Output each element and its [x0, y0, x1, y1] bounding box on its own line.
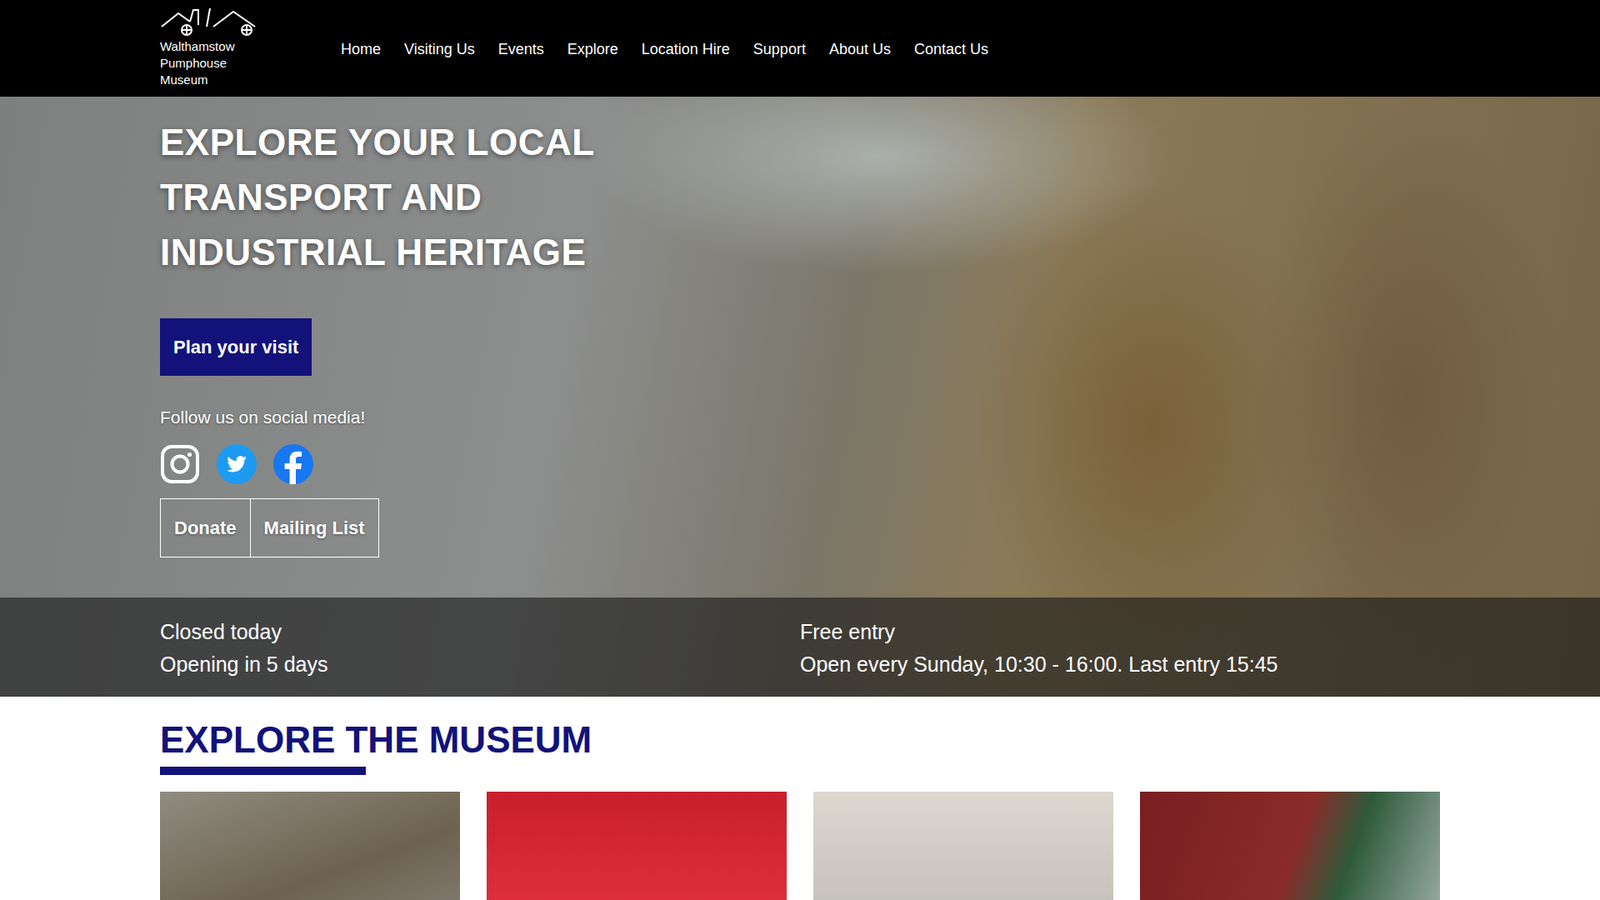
explore-card[interactable]: [486, 791, 787, 900]
nav-link[interactable]: Location Hire: [641, 40, 730, 58]
nav-link[interactable]: Events: [498, 40, 545, 58]
nav-link[interactable]: Visiting Us: [404, 40, 475, 58]
logo-icon: [160, 6, 277, 39]
explore-card[interactable]: [160, 791, 460, 900]
entry-info: Free entryOpen every Sunday, 10:30 - 16:…: [800, 615, 1440, 681]
main-nav: Home Visiting Us Events Explore Location Hir…: [340, 38, 989, 61]
social-label: Follow us on social media!: [160, 404, 1440, 431]
nav-entry: Support: [753, 38, 806, 61]
nav-link[interactable]: Contact Us: [914, 40, 989, 58]
explore-card[interactable]: [1140, 791, 1440, 900]
action-buttons: DonateMailing List: [160, 498, 1440, 558]
logo-line: Walthamstow: [160, 38, 285, 55]
today-status: Closed today: [160, 615, 800, 649]
instagram-icon[interactable]: [160, 444, 200, 485]
explore-card[interactable]: [813, 791, 1114, 900]
opening-status: Closed todayOpening in 5 days: [160, 615, 800, 681]
nav-entry: Contact Us: [914, 38, 989, 61]
site-header: WalthamstowPumphouseMuseum Home Visiting U…: [0, 0, 1600, 97]
nav-link[interactable]: Home: [340, 40, 381, 58]
title-underline: [160, 766, 366, 775]
explore-section: EXPLORE THE MUSEUM: [0, 696, 1600, 900]
nav-link[interactable]: About Us: [829, 40, 891, 58]
hero-body: EXPLORE YOUR LOCAL TRANSPORT AND INDUSTR…: [0, 96, 1600, 598]
site-logo[interactable]: WalthamstowPumphouseMuseum: [160, 6, 285, 89]
hero-banner: EXPLORE YOUR LOCAL TRANSPORT AND INDUSTR…: [0, 96, 1600, 697]
nav-entry: Events: [498, 38, 545, 61]
section-title: EXPLORE THE MUSEUM: [160, 716, 1440, 764]
logo-line: Pumphouse: [160, 55, 285, 72]
explore-cards: [160, 791, 1440, 900]
hero-inner: EXPLORE YOUR LOCAL TRANSPORT AND INDUSTR…: [160, 115, 1440, 558]
social-links: [160, 444, 1440, 485]
explore-inner: EXPLORE THE MUSEUM: [160, 716, 1440, 900]
facebook-icon[interactable]: [273, 444, 314, 485]
entry-price: Free entry: [800, 615, 1440, 649]
logo-line: Museum: [160, 71, 285, 89]
nav-entry: Explore: [567, 38, 619, 61]
twitter-icon[interactable]: [216, 444, 257, 485]
opening-hours: Open every Sunday, 10:30 - 16:00. Last e…: [800, 648, 1440, 681]
donate-button[interactable]: Donate: [160, 498, 251, 558]
nav-entry: Visiting Us: [404, 38, 475, 61]
strip-inner: Closed todayOpening in 5 daysFree entryO…: [160, 615, 1440, 681]
nav-entry: About Us: [829, 38, 891, 61]
plan-visit-button[interactable]: Plan your visit: [160, 318, 312, 376]
header-inner: WalthamstowPumphouseMuseum Home Visiting U…: [160, 0, 1440, 94]
opening-strip: Closed todayOpening in 5 daysFree entryO…: [0, 597, 1600, 697]
hero-heading: EXPLORE YOUR LOCAL TRANSPORT AND INDUSTR…: [160, 115, 694, 280]
mailing-list-button[interactable]: Mailing List: [250, 498, 380, 558]
nav-link[interactable]: Support: [753, 40, 806, 58]
nav-link[interactable]: Explore: [567, 40, 619, 58]
nav-entry: Home: [340, 38, 381, 61]
nav-entry: Location Hire: [641, 38, 730, 61]
next-opening: Opening in 5 days: [160, 648, 800, 681]
